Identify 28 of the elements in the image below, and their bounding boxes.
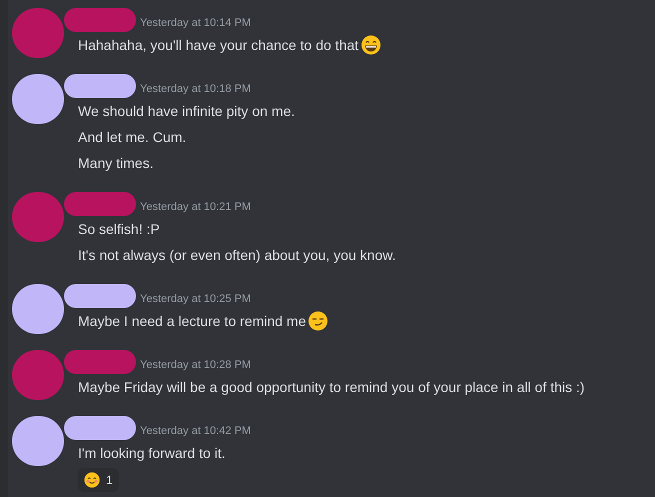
reaction-button[interactable]: 1 bbox=[78, 468, 119, 492]
grinning-face-icon bbox=[360, 35, 381, 55]
avatar[interactable] bbox=[12, 416, 64, 466]
name-redaction bbox=[64, 8, 136, 32]
timestamp: Yesterday at 10:25 PM bbox=[140, 292, 251, 306]
smirking-face-icon bbox=[308, 311, 328, 331]
smiling-face-icon bbox=[84, 472, 100, 488]
avatar[interactable] bbox=[12, 74, 64, 124]
name-redaction bbox=[64, 284, 136, 308]
message-text: Many times. bbox=[78, 154, 154, 173]
name-redaction bbox=[64, 74, 136, 98]
message-text: It's not always (or even often) about you, you know. bbox=[78, 246, 396, 265]
name-redaction bbox=[64, 192, 136, 216]
message-text: So selfish! :P bbox=[78, 220, 160, 238]
message-text: And let me. Cum. bbox=[78, 128, 186, 146]
message-text: Maybe I need a lecture to remind me bbox=[78, 312, 306, 331]
message-text: We should have infinite pity on me. bbox=[78, 102, 295, 121]
message-text: Hahahaha, you'll have your chance to do that bbox=[78, 36, 359, 55]
message-text: I'm looking forward to it. bbox=[78, 444, 226, 463]
avatar[interactable] bbox=[12, 284, 64, 334]
timestamp: Yesterday at 10:14 PM bbox=[140, 16, 251, 30]
name-redaction bbox=[64, 416, 136, 440]
timestamp: Yesterday at 10:21 PM bbox=[140, 200, 251, 214]
timestamp: Yesterday at 10:28 PM bbox=[140, 358, 251, 372]
timestamp: Yesterday at 10:18 PM bbox=[140, 82, 251, 96]
name-redaction bbox=[64, 350, 136, 374]
message-text: Maybe Friday will be a good opportunity to remind you of your place in all of this :) bbox=[78, 378, 585, 397]
timestamp: Yesterday at 10:42 PM bbox=[140, 424, 251, 438]
